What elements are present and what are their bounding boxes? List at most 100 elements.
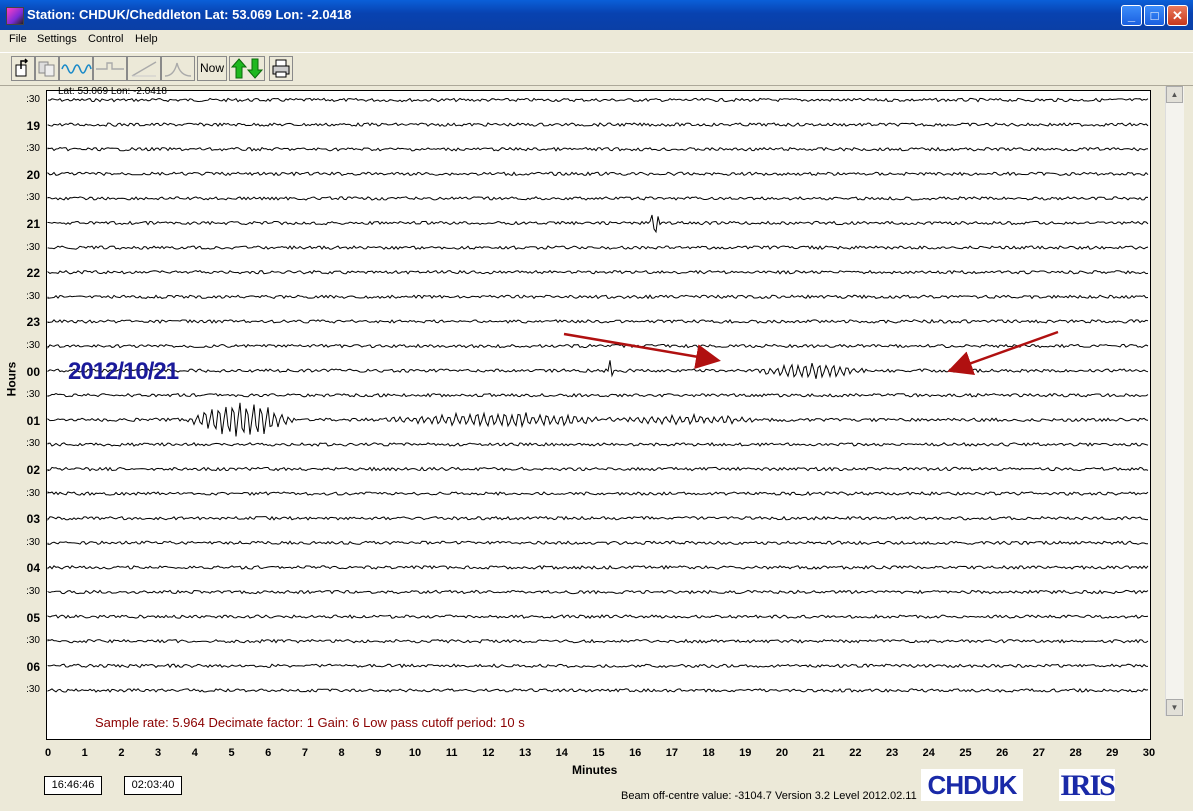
hour-label: :30 xyxy=(26,340,40,351)
printer-icon xyxy=(272,59,290,78)
minute-label: 28 xyxy=(1069,747,1082,759)
trace-line xyxy=(47,402,1149,437)
menu-settings[interactable]: Settings xyxy=(37,33,77,45)
trace-line xyxy=(47,442,1149,447)
hour-label: 03 xyxy=(26,512,40,527)
trace-line xyxy=(47,122,1149,127)
green-up-down-arrows-icon xyxy=(230,58,264,79)
app-icon[interactable] xyxy=(6,7,24,25)
minute-label: 19 xyxy=(739,747,752,759)
trace-line xyxy=(47,214,1149,234)
minute-label: 16 xyxy=(629,747,642,759)
trace-line xyxy=(47,589,1149,595)
local-time: 16:46:46 xyxy=(44,776,102,795)
menu-help[interactable]: Help xyxy=(135,33,158,45)
hour-label: 20 xyxy=(26,167,40,182)
minute-label: 1 xyxy=(81,747,88,759)
trace-line xyxy=(47,392,1149,398)
trace-line xyxy=(47,491,1149,496)
ramp-icon xyxy=(131,61,157,77)
minute-label: 3 xyxy=(155,747,162,759)
hour-label: 22 xyxy=(26,266,40,281)
menu-control[interactable]: Control xyxy=(88,33,123,45)
minute-label: 29 xyxy=(1106,747,1119,759)
minute-label: 2 xyxy=(118,747,125,759)
minimize-button[interactable]: _ xyxy=(1121,5,1142,26)
trace-line xyxy=(47,638,1149,644)
trace-line xyxy=(47,663,1149,669)
minute-label: 17 xyxy=(665,747,679,759)
hour-label: :30 xyxy=(26,536,40,548)
scroll-up-arrow[interactable]: ▲ xyxy=(1166,86,1183,103)
x-axis-title: Minutes xyxy=(572,763,618,777)
trace-line xyxy=(47,245,1149,250)
pulse-button[interactable] xyxy=(161,56,195,81)
beam-value: Beam off-centre value: -3104.7 xyxy=(621,790,772,802)
filter-step-icon xyxy=(96,62,124,70)
pulse-icon xyxy=(164,62,192,77)
hour-label: 19 xyxy=(26,118,40,133)
up-down-button[interactable] xyxy=(229,56,265,81)
waveform-button[interactable] xyxy=(59,56,93,81)
hour-label: :30 xyxy=(26,143,40,155)
print-button[interactable] xyxy=(269,56,293,81)
minute-label: 9 xyxy=(375,747,382,759)
hour-label: :30 xyxy=(26,586,40,597)
minute-label: 5 xyxy=(228,747,235,759)
close-button[interactable]: ✕ xyxy=(1167,5,1188,26)
hour-label: 23 xyxy=(26,315,40,330)
minute-label: 18 xyxy=(702,747,715,759)
trace-line xyxy=(47,360,1149,379)
hour-label: :30 xyxy=(26,241,40,253)
minute-label: 0 xyxy=(44,747,52,759)
title-bar[interactable]: Station: CHDUK/Cheddleton Lat: 53.069 Lo… xyxy=(0,0,1193,30)
trace-line xyxy=(47,564,1149,570)
maximize-button[interactable]: □ xyxy=(1144,5,1165,26)
hour-label: :30 xyxy=(26,487,40,499)
date-label: 2012/10/21 xyxy=(68,358,179,385)
y-axis-title: Hours xyxy=(4,361,19,397)
minute-label: 13 xyxy=(518,747,532,759)
minute-label: 11 xyxy=(445,747,458,759)
minute-label: 21 xyxy=(812,747,825,759)
minute-label: 14 xyxy=(555,747,568,759)
scroll-down-arrow[interactable]: ▼ xyxy=(1166,699,1183,716)
trace-line xyxy=(47,196,1149,201)
minute-label: 15 xyxy=(592,747,605,759)
hour-label: :30 xyxy=(26,438,40,450)
filter-step-button[interactable] xyxy=(93,56,127,81)
copy-icon xyxy=(38,61,55,77)
now-button[interactable]: Now xyxy=(197,56,227,81)
elapsed-time: 02:03:40 xyxy=(124,776,182,795)
copy-button[interactable] xyxy=(35,56,59,81)
open-button[interactable] xyxy=(11,56,35,81)
trace-line xyxy=(47,614,1149,620)
menu-file[interactable]: File xyxy=(9,33,27,45)
annotation-arrow xyxy=(947,330,1059,376)
hour-label: :30 xyxy=(26,192,40,204)
waveform-icon xyxy=(61,64,92,74)
trace-line xyxy=(47,97,1149,103)
hour-label: 01 xyxy=(26,413,40,428)
maximize-icon: □ xyxy=(1150,8,1159,23)
seismogram-traces xyxy=(47,97,1149,693)
minute-label: 27 xyxy=(1032,747,1046,759)
minute-label: 30 xyxy=(1142,747,1156,759)
minute-label: 10 xyxy=(408,747,422,759)
vertical-scrollbar[interactable] xyxy=(1165,86,1184,716)
trace-line xyxy=(47,146,1149,152)
minimize-icon: _ xyxy=(1127,8,1136,23)
ramp-button[interactable] xyxy=(127,56,161,81)
trace-line xyxy=(47,540,1148,546)
sampling-info: Sample rate: 5.964 Decimate factor: 1 Ga… xyxy=(95,715,525,730)
trace-line xyxy=(47,343,1149,349)
hour-label: 06 xyxy=(26,659,40,674)
minute-label: 7 xyxy=(301,747,308,759)
iris-logo: IRIS xyxy=(1059,769,1116,802)
trace-line xyxy=(47,294,1149,300)
hour-label: :30 xyxy=(26,94,40,105)
window-title: Station: CHDUK/Cheddleton Lat: 53.069 Lo… xyxy=(27,7,352,22)
minute-label: 20 xyxy=(775,747,789,759)
menu-bar: File Settings Control Help xyxy=(0,30,1193,49)
app-window: Station: CHDUK/Cheddleton Lat: 53.069 Lo… xyxy=(0,0,1193,811)
